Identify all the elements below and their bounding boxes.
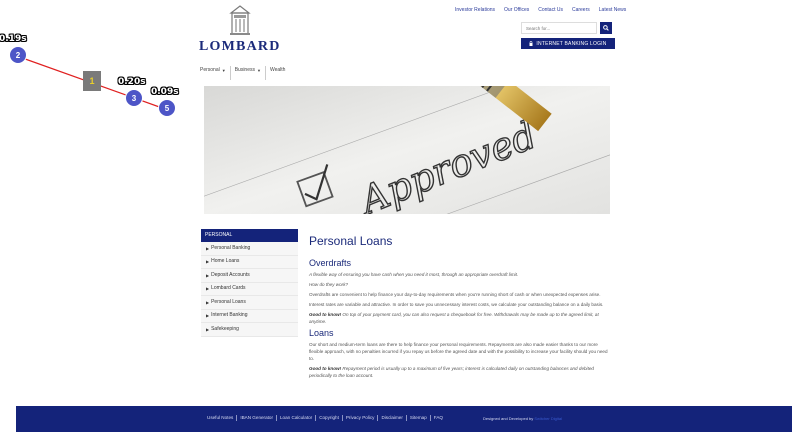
sidebar-item-label: Safekeeping	[211, 325, 239, 332]
sidebar-heading: PERSONAL	[201, 229, 298, 242]
footer-links: Useful Notes IBAN Generator Loan Calcula…	[204, 415, 446, 421]
top-link-latest-news[interactable]: Latest News	[599, 7, 627, 13]
click-time-label: 0.09s	[151, 87, 179, 97]
section-heading-loans: Loans	[309, 328, 334, 338]
nav-business[interactable]: Business ▼	[231, 66, 266, 80]
footer: Useful Notes IBAN Generator Loan Calcula…	[16, 406, 792, 432]
sidebar-item-home-loans[interactable]: ▶ Home Loans	[201, 255, 298, 269]
sidebar-item-safekeeping[interactable]: ▶ Safekeeping	[201, 323, 298, 337]
loans-paragraph-1: Our short and medium-term loans are ther…	[309, 342, 608, 361]
internet-banking-login-button[interactable]: INTERNET BANKING LOGIN	[521, 38, 615, 49]
footer-credit: Designed and Developed by Switcher Digit…	[483, 416, 562, 421]
sidebar-item-label: Personal Loans	[211, 298, 246, 305]
approved-illustration: Approved	[204, 86, 610, 214]
footer-link-sitemap[interactable]: Sitemap	[407, 415, 431, 421]
search-icon	[603, 25, 609, 31]
nav-personal[interactable]: Personal ▼	[200, 66, 231, 80]
footer-link-iban-generator[interactable]: IBAN Generator	[237, 415, 277, 421]
main-content: Personal Loans Overdrafts A flexible way…	[309, 234, 611, 382]
page: LOMBARD Investor Relations Our Offices C…	[0, 0, 792, 432]
sidebar-item-deposit-accounts[interactable]: ▶ Deposit Accounts	[201, 269, 298, 283]
search-bar	[521, 22, 612, 34]
search-button[interactable]	[600, 22, 612, 34]
footer-link-useful-notes[interactable]: Useful Notes	[204, 415, 238, 421]
top-link-contact-us[interactable]: Contact Us	[538, 7, 563, 13]
footer-link-privacy-policy[interactable]: Privacy Policy	[343, 415, 379, 421]
loans-tip: Good to know! Repayment period is usuall…	[309, 366, 594, 378]
overdrafts-paragraph-1: Overdrafts are convenient to help financ…	[309, 292, 601, 297]
footer-credit-brand[interactable]: Switcher Digital	[534, 416, 562, 421]
sidebar-item-label: Personal Banking	[211, 244, 251, 251]
building-crest-icon	[229, 5, 251, 35]
caret-right-icon: ▶	[206, 313, 210, 318]
top-link-our-offices[interactable]: Our Offices	[504, 7, 529, 13]
sidebar-item-label: Deposit Accounts	[211, 271, 250, 278]
login-label: INTERNET BANKING LOGIN	[536, 40, 607, 47]
sidebar-item-label: Lombard Cards	[211, 285, 246, 291]
top-links: Investor Relations Our Offices Contact U…	[455, 7, 792, 13]
top-link-careers[interactable]: Careers	[572, 7, 590, 13]
click-marker: 2	[9, 46, 27, 64]
overdrafts-paragraph-2: Interest rates are variable and attracti…	[309, 302, 604, 307]
caret-right-icon: ▶	[206, 326, 210, 332]
click-time-label: 0.20s	[118, 77, 146, 87]
search-input[interactable]	[521, 22, 597, 34]
sidebar-item-personal-loans[interactable]: ▶ Personal Loans	[201, 296, 298, 310]
page-title: Personal Loans	[309, 234, 393, 248]
caret-right-icon: ▶	[206, 272, 210, 278]
footer-link-disclaimer[interactable]: Disclaimer	[378, 415, 407, 421]
click-marker: 5	[158, 99, 176, 117]
caret-down-icon: ▼	[257, 68, 261, 73]
caret-right-icon: ▶	[206, 299, 210, 305]
sidebar-item-internet-banking[interactable]: ▶ Internet Banking	[201, 309, 298, 323]
caret-right-icon: ▶	[206, 259, 210, 264]
nav-label: Business	[234, 67, 255, 73]
hero-image: Approved	[204, 86, 610, 214]
click-marker: 3	[125, 89, 143, 107]
logo-text: LOMBARD	[199, 39, 281, 54]
sidebar-item-personal-banking[interactable]: ▶ Personal Banking	[201, 242, 298, 256]
logo[interactable]: LOMBARD	[199, 4, 281, 55]
footer-link-faq[interactable]: FAQ	[431, 415, 446, 421]
main-nav: Personal ▼ Business ▼ Wealth	[200, 66, 289, 80]
click-time-label: 0.19s	[0, 34, 27, 44]
nav-label: Wealth	[269, 67, 286, 73]
footer-link-copyright[interactable]: Copyright	[316, 415, 343, 421]
nav-wealth[interactable]: Wealth	[266, 66, 289, 80]
footer-link-loan-calculator[interactable]: Loan Calculator	[277, 415, 317, 421]
section-heading-overdrafts: Overdrafts	[309, 258, 352, 268]
sidebar-item-lombard-cards[interactable]: ▶ Lombard Cards	[201, 282, 298, 296]
sidebar: PERSONAL ▶ Personal Banking ▶ Home Loans…	[201, 229, 298, 337]
sidebar-item-label: Internet Banking	[211, 312, 248, 318]
caret-right-icon: ▶	[206, 245, 210, 251]
overdrafts-tip: Good to know! On top of your payment car…	[309, 312, 599, 324]
lock-icon	[529, 41, 533, 46]
step-marker: 1	[83, 71, 101, 91]
overdrafts-question: How do they work?	[309, 282, 349, 287]
nav-label: Personal	[200, 67, 220, 73]
sidebar-item-label: Home Loans	[211, 258, 240, 264]
top-link-investor-relations[interactable]: Investor Relations	[455, 7, 495, 13]
caret-down-icon: ▼	[221, 68, 226, 73]
caret-right-icon: ▶	[206, 286, 210, 291]
overdrafts-intro: A flexible way of ensuring you have cash…	[309, 272, 519, 277]
